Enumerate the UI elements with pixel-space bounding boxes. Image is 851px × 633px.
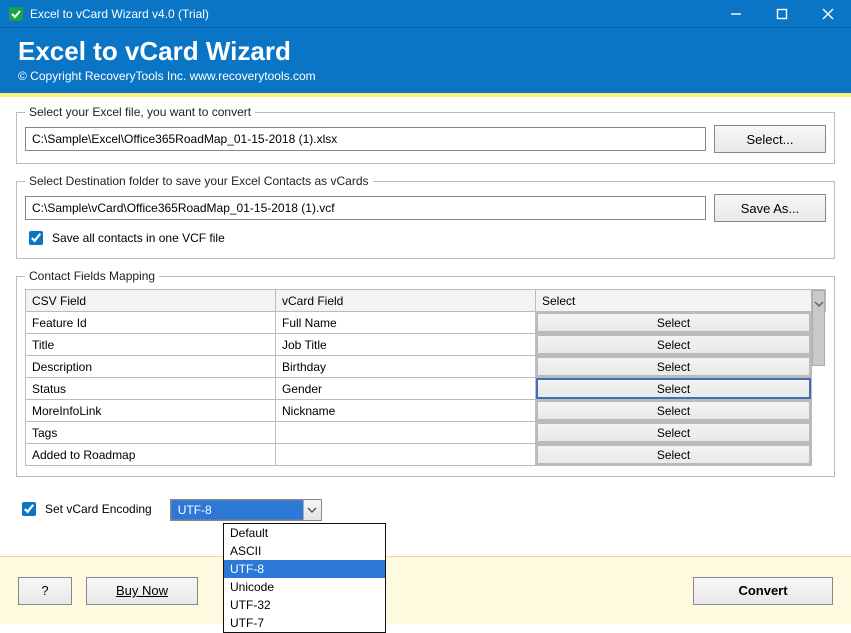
select-mapping-button[interactable]: Select xyxy=(536,334,811,355)
cell-csv: Description xyxy=(26,356,276,378)
cell-select: Select xyxy=(536,356,812,378)
source-group: Select your Excel file, you want to conv… xyxy=(16,105,835,164)
destination-path-input[interactable] xyxy=(25,196,706,220)
help-button[interactable]: ? xyxy=(18,577,72,605)
source-legend: Select your Excel file, you want to conv… xyxy=(25,105,255,119)
table-row: DescriptionBirthdaySelect xyxy=(26,356,826,378)
cell-vcard xyxy=(276,444,536,466)
table-row: Added to Roadmap Select xyxy=(26,444,826,466)
table-row: TitleJob TitleSelect xyxy=(26,334,826,356)
cell-vcard xyxy=(276,422,536,444)
cell-select: Select xyxy=(536,444,812,466)
banner-heading: Excel to vCard Wizard xyxy=(18,36,833,67)
cell-vcard: Nickname xyxy=(276,400,536,422)
cell-csv: Tags xyxy=(26,422,276,444)
destination-legend: Select Destination folder to save your E… xyxy=(25,174,373,188)
app-banner: Excel to vCard Wizard © Copyright Recove… xyxy=(0,28,851,93)
maximize-button[interactable] xyxy=(759,0,805,28)
cell-csv: Added to Roadmap xyxy=(26,444,276,466)
minimize-button[interactable] xyxy=(713,0,759,28)
cell-vcard: Gender xyxy=(276,378,536,400)
chevron-down-icon xyxy=(307,505,317,515)
window-titlebar: Excel to vCard Wizard v4.0 (Trial) xyxy=(0,0,851,28)
main-content: Select your Excel file, you want to conv… xyxy=(0,97,851,477)
col-vcard: vCard Field xyxy=(276,290,536,312)
encoding-dropdown[interactable]: DefaultASCIIUTF-8UnicodeUTF-32UTF-7 xyxy=(223,523,386,633)
cell-select: Select xyxy=(536,334,812,356)
cell-select: Select xyxy=(536,422,812,444)
select-mapping-button[interactable]: Select xyxy=(536,444,811,465)
encoding-option[interactable]: UTF-32 xyxy=(224,596,385,614)
cell-csv: MoreInfoLink xyxy=(26,400,276,422)
cell-csv: Status xyxy=(26,378,276,400)
close-icon xyxy=(822,8,834,20)
encoding-option[interactable]: Unicode xyxy=(224,578,385,596)
combobox-caret[interactable] xyxy=(303,500,321,520)
cell-select: Select xyxy=(536,400,812,422)
select-mapping-button[interactable]: Select xyxy=(536,312,811,333)
cell-select: Select xyxy=(536,378,812,400)
select-mapping-button[interactable]: Select xyxy=(536,422,811,443)
col-csv: CSV Field xyxy=(26,290,276,312)
encoding-checkbox[interactable] xyxy=(22,502,36,516)
close-button[interactable] xyxy=(805,0,851,28)
mapping-table: CSV Field vCard Field Select Feature IdF… xyxy=(25,289,826,466)
table-header-row: CSV Field vCard Field Select xyxy=(26,290,826,312)
chevron-down-icon xyxy=(814,299,824,309)
cell-csv: Feature Id xyxy=(26,312,276,334)
encoding-option[interactable]: UTF-7 xyxy=(224,614,385,632)
mapping-group: Contact Fields Mapping CSV Field vCard F… xyxy=(16,269,835,477)
save-as-button[interactable]: Save As... xyxy=(714,194,826,222)
select-mapping-button[interactable]: Select xyxy=(536,400,811,421)
encoding-combobox[interactable]: UTF-8 xyxy=(170,499,322,521)
destination-group: Select Destination folder to save your E… xyxy=(16,174,835,259)
encoding-option[interactable]: UTF-8 xyxy=(224,560,385,578)
select-file-button[interactable]: Select... xyxy=(714,125,826,153)
cell-vcard: Full Name xyxy=(276,312,536,334)
maximize-icon xyxy=(776,8,788,20)
select-mapping-button[interactable]: Select xyxy=(536,356,811,377)
cell-select: Select xyxy=(536,312,812,334)
cell-vcard: Job Title xyxy=(276,334,536,356)
encoding-option[interactable]: ASCII xyxy=(224,542,385,560)
col-select: Select xyxy=(536,290,812,312)
source-path-input[interactable] xyxy=(25,127,706,151)
window-title: Excel to vCard Wizard v4.0 (Trial) xyxy=(30,7,713,21)
buy-now-button[interactable]: Buy Now xyxy=(86,577,198,605)
table-row: Tags Select xyxy=(26,422,826,444)
mapping-legend: Contact Fields Mapping xyxy=(25,269,159,283)
select-mapping-button[interactable]: Select xyxy=(536,378,811,399)
encoding-option[interactable]: Default xyxy=(224,524,385,542)
single-vcf-checkbox[interactable] xyxy=(29,231,43,245)
table-row: MoreInfoLinkNicknameSelect xyxy=(26,400,826,422)
table-scrollbar[interactable] xyxy=(812,290,826,312)
cell-csv: Title xyxy=(26,334,276,356)
cell-vcard: Birthday xyxy=(276,356,536,378)
minimize-icon xyxy=(730,8,742,20)
convert-button[interactable]: Convert xyxy=(693,577,833,605)
table-row: StatusGenderSelect xyxy=(26,378,826,400)
footer-bar: ? Buy Now Convert xyxy=(0,556,851,624)
banner-copyright: © Copyright RecoveryTools Inc. www.recov… xyxy=(18,69,833,83)
app-icon xyxy=(6,4,26,24)
table-row: Feature IdFull NameSelect xyxy=(26,312,826,334)
encoding-area: Set vCard Encoding UTF-8 DefaultASCIIUTF… xyxy=(0,487,851,521)
single-vcf-label: Save all contacts in one VCF file xyxy=(52,231,225,245)
window-controls xyxy=(713,0,851,28)
encoding-selected-value: UTF-8 xyxy=(171,500,303,520)
encoding-label: Set vCard Encoding xyxy=(45,502,152,516)
